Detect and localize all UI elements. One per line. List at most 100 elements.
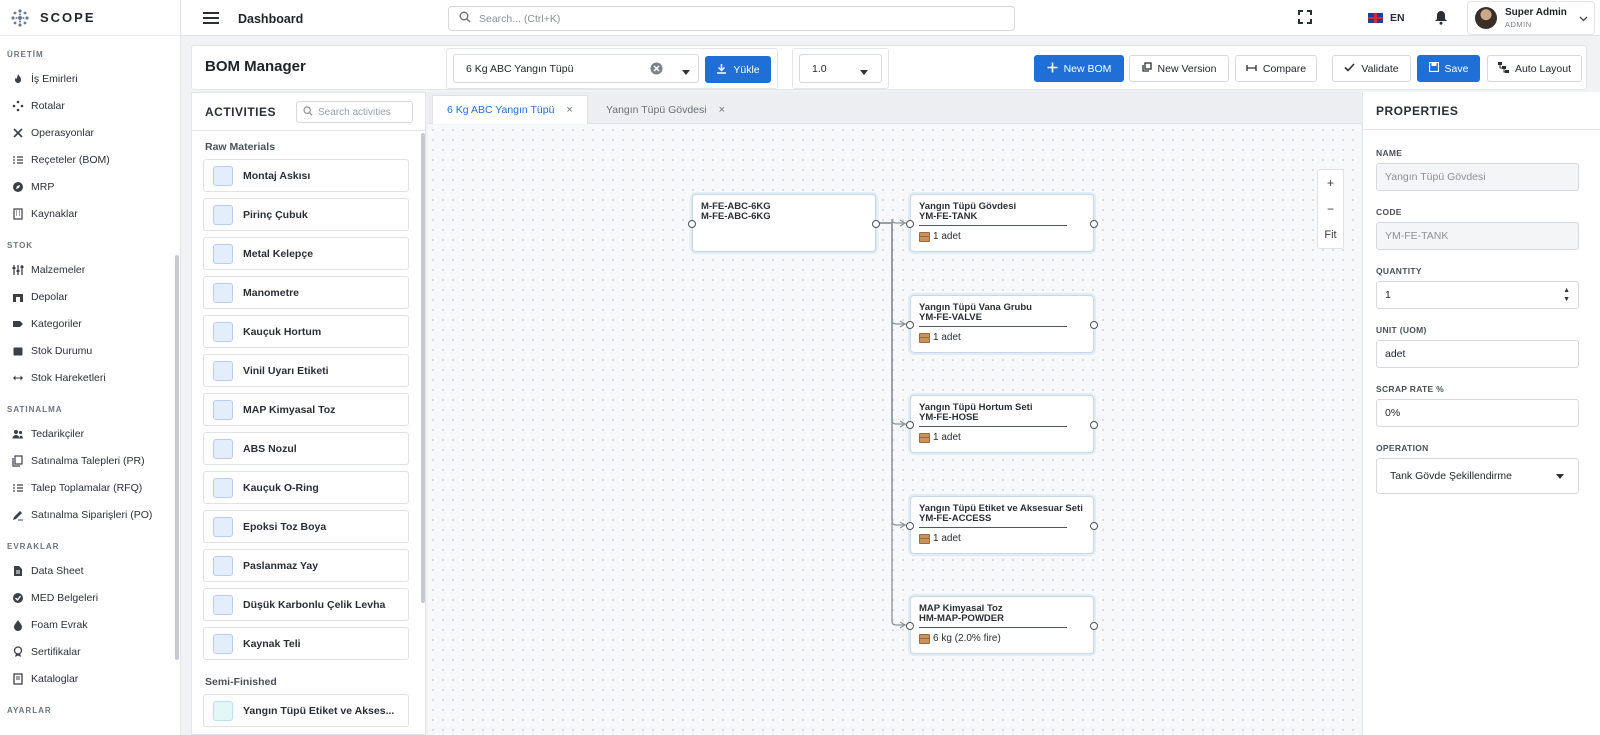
quantity-input[interactable]: 1 ▲ ▼ <box>1376 281 1579 309</box>
sidebar-item[interactable]: MED Belgeleri <box>0 584 180 611</box>
language-selector[interactable]: EN <box>1368 12 1405 24</box>
sidebar-item[interactable]: Stok Hareketleri <box>0 364 180 391</box>
validate-button[interactable]: Validate <box>1332 55 1411 82</box>
activities-search-input[interactable]: Search activities <box>296 101 413 123</box>
name-label: NAME <box>1376 148 1403 158</box>
scrap-rate-input[interactable]: 0% <box>1376 399 1579 427</box>
close-icon[interactable]: × <box>719 104 725 116</box>
menu-toggle-icon[interactable] <box>203 12 219 24</box>
activity-item[interactable]: Paslanmaz Yay <box>203 549 409 582</box>
zoom-in-button[interactable]: + <box>1318 170 1343 196</box>
zoom-out-button[interactable]: − <box>1318 196 1343 222</box>
activity-item[interactable]: Montaj Askısı <box>203 159 409 192</box>
sidebar-item[interactable]: MRP <box>0 173 180 200</box>
sidebar-item[interactable]: Kataloglar <box>0 665 180 692</box>
activity-item[interactable]: Pirinç Çubuk <box>203 198 409 231</box>
sidebar-item[interactable]: Satınalma Talepleri (PR) <box>0 447 180 474</box>
activity-item[interactable]: Manometre <box>203 276 409 309</box>
sidebar-item[interactable]: Kaynaklar <box>0 200 180 227</box>
sidebar-item[interactable]: Stok Durumu <box>0 337 180 364</box>
node-quantity: 1 adet <box>919 332 1093 343</box>
sidebar-item[interactable]: Tedarikçiler <box>0 420 180 447</box>
new-version-button[interactable]: New Version <box>1129 55 1229 82</box>
sidebar-item[interactable]: Talep Toplamalar (RFQ) <box>0 474 180 501</box>
node-input-handle[interactable] <box>906 622 914 630</box>
node-input-handle[interactable] <box>906 421 914 429</box>
auto-layout-button[interactable]: Auto Layout <box>1487 55 1582 82</box>
node-output-handle[interactable] <box>1090 622 1098 630</box>
node-output-handle[interactable] <box>1090 522 1098 530</box>
root-node[interactable]: M-FE-ABC-6KG M-FE-ABC-6KG <box>688 194 880 252</box>
stepper-icon[interactable]: ▲ ▼ <box>1563 286 1570 304</box>
version-select[interactable]: 1.0 <box>799 54 882 83</box>
sidebar-item[interactable]: Rotalar <box>0 92 180 119</box>
bom-child-node[interactable]: Yangın Tüpü Hortum Seti YM-FE-HOSE 1 adet <box>906 395 1098 453</box>
node-input-handle[interactable] <box>906 522 914 530</box>
node-output-handle[interactable] <box>1090 220 1098 228</box>
load-button[interactable]: Yükle <box>705 56 771 83</box>
check-badge-icon <box>12 592 24 604</box>
activities-scrollbar[interactable] <box>421 133 425 603</box>
tab-sub-bom[interactable]: Yangın Tüpü Gövdesi × <box>592 95 742 124</box>
bom-manager-title: BOM Manager <box>205 58 306 75</box>
activity-group-label: Raw Materials <box>205 141 276 153</box>
sidebar-item[interactable]: Foam Evrak <box>0 611 180 638</box>
product-select[interactable]: 6 Kg ABC Yangın Tüpü <box>453 54 699 83</box>
bom-child-node[interactable]: Yangın Tüpü Gövdesi YM-FE-TANK 1 adet <box>906 194 1098 252</box>
sidebar-item[interactable]: Kategoriler <box>0 310 180 337</box>
bom-child-node[interactable]: Yangın Tüpü Etiket ve Aksesuar Seti YM-FE… <box>906 496 1098 554</box>
activity-item[interactable]: Kauçuk Hortum <box>203 315 409 348</box>
node-input-handle[interactable] <box>906 220 914 228</box>
sidebar-item[interactable]: Data Sheet <box>0 557 180 584</box>
global-search-input[interactable]: Search... (Ctrl+K) <box>448 6 1015 31</box>
app-logo[interactable]: SCOPE <box>0 0 180 36</box>
sidebar-item-label: Talep Toplamalar (RFQ) <box>31 481 143 494</box>
user-menu[interactable]: Super Admin ADMIN <box>1467 1 1595 35</box>
operation-select[interactable]: Tank Gövde Şekillendirme <box>1376 458 1579 494</box>
tab-label: Yangın Tüpü Gövdesi <box>606 103 707 116</box>
node-quantity: 6 kg (2.0% fire) <box>919 633 1093 644</box>
sidebar-scrollbar[interactable] <box>175 255 179 660</box>
zoom-fit-button[interactable]: Fit <box>1318 222 1343 248</box>
user-name: Super Admin <box>1505 7 1567 18</box>
node-input-handle[interactable] <box>906 321 914 329</box>
unit-input[interactable]: adet <box>1376 340 1579 368</box>
tab-main-bom[interactable]: 6 Kg ABC Yangın Tüpü × <box>432 95 588 124</box>
sliders-icon <box>12 264 24 276</box>
node-input-handle[interactable] <box>688 220 696 228</box>
node-output-handle[interactable] <box>1090 321 1098 329</box>
activity-item[interactable]: Epoksi Toz Boya <box>203 510 409 543</box>
activity-item[interactable]: Metal Kelepçe <box>203 237 409 270</box>
save-icon <box>1428 61 1439 75</box>
node-output-handle[interactable] <box>872 220 880 228</box>
bom-child-node[interactable]: MAP Kimyasal Toz HM-MAP-POWDER 6 kg (2.0% … <box>906 596 1098 654</box>
compare-button[interactable]: Compare <box>1235 55 1317 82</box>
bell-icon[interactable] <box>1434 10 1448 28</box>
sidebar-item[interactable]: Reçeteler (BOM) <box>0 146 180 173</box>
sidebar-item[interactable]: Operasyonlar <box>0 119 180 146</box>
sidebar-item[interactable]: Sertifikalar <box>0 638 180 665</box>
activity-item[interactable]: MAP Kimyasal Toz <box>203 393 409 426</box>
close-icon[interactable]: × <box>566 104 572 116</box>
sidebar-item[interactable]: Satınalma Siparişleri (PO) <box>0 501 180 528</box>
name-field[interactable]: Yangın Tüpü Gövdesi <box>1376 163 1579 191</box>
new-version-label: New Version <box>1157 62 1217 75</box>
code-field[interactable]: YM-FE-TANK <box>1376 222 1579 250</box>
sidebar-item[interactable]: Malzemeler <box>0 256 180 283</box>
activity-item[interactable]: Düşük Karbonlu Çelik Levha <box>203 588 409 621</box>
node-output-handle[interactable] <box>1090 421 1098 429</box>
clear-icon[interactable] <box>650 62 663 78</box>
activity-item[interactable]: ABS Nozul <box>203 432 409 465</box>
activity-item[interactable]: Kauçuk O-Ring <box>203 471 409 504</box>
bom-canvas[interactable]: M-FE-ABC-6KG M-FE-ABC-6KG Yangın Tüpü Gö… <box>428 125 1361 735</box>
bom-child-node[interactable]: Yangın Tüpü Vana Grubu YM-FE-VALVE 1 adet <box>906 295 1098 353</box>
activity-item[interactable]: Vinil Uyarı Etiketi <box>203 354 409 387</box>
save-button[interactable]: Save <box>1417 55 1480 82</box>
activity-item[interactable]: Yangın Tüpü Etiket ve Akses... <box>203 694 409 727</box>
quantity-label: QUANTITY <box>1376 266 1422 276</box>
fullscreen-icon[interactable] <box>1298 10 1312 27</box>
activity-item[interactable]: Kaynak Teli <box>203 627 409 660</box>
new-bom-button[interactable]: New BOM <box>1034 55 1124 82</box>
sidebar-item[interactable]: Depolar <box>0 283 180 310</box>
sidebar-item[interactable]: İş Emirleri <box>0 65 180 92</box>
